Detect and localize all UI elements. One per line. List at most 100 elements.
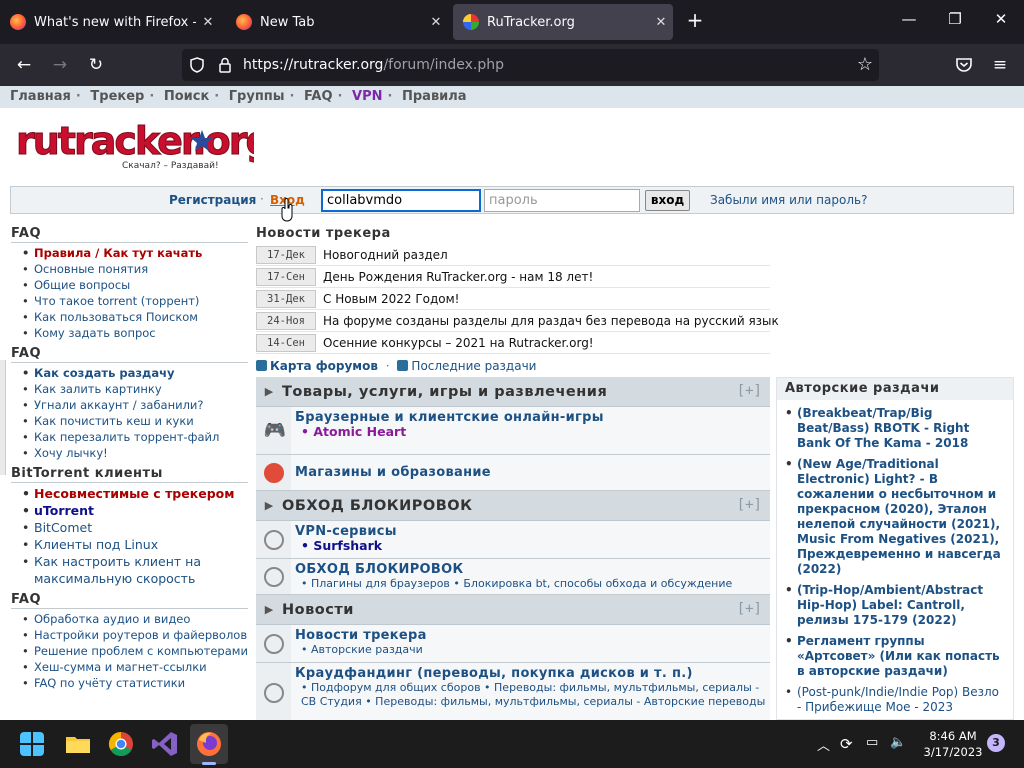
- tab-new-tab[interactable]: New Tab ✕: [226, 4, 448, 40]
- system-clock[interactable]: 8:46 AM 3/17/2023: [918, 728, 988, 760]
- sidebar-link[interactable]: uTorrent: [22, 502, 254, 519]
- forgot-password-link[interactable]: Забыли имя или пароль?: [710, 193, 867, 207]
- chevron-up-icon[interactable]: ︿: [817, 735, 830, 754]
- expand-arrow-icon[interactable]: ▶: [256, 499, 282, 512]
- close-tab-icon[interactable]: ✕: [649, 15, 673, 30]
- reload-icon[interactable]: ↻: [84, 53, 108, 77]
- shield-icon[interactable]: [189, 57, 205, 73]
- minimize-button[interactable]: —: [894, 10, 924, 28]
- sidebar-link[interactable]: Угнали аккаунт / забанили?: [22, 397, 254, 413]
- forward-icon[interactable]: →: [48, 53, 72, 77]
- menu-link-groups[interactable]: Группы: [229, 89, 285, 104]
- author-release-link[interactable]: (Post-punk/Indie/Indie Pop) Везло - Приб…: [785, 685, 1005, 715]
- sidebar-link[interactable]: Общие вопросы: [22, 277, 254, 293]
- forum-link[interactable]: Новости трекера: [295, 628, 766, 643]
- sidebar-link[interactable]: Что такое torrent (торрент): [22, 293, 254, 309]
- sidebar-link[interactable]: Основные понятия: [22, 261, 254, 277]
- forum-map-link[interactable]: Карта форумов: [270, 359, 378, 373]
- forum-link[interactable]: VPN-сервисы: [295, 524, 766, 539]
- sidebar-link[interactable]: BitComet: [22, 519, 254, 536]
- subforum-link[interactable]: • Surfshark: [295, 539, 766, 553]
- sidebar-link[interactable]: Правила / Как тут качать: [22, 245, 254, 261]
- news-link[interactable]: Новогодний раздел: [323, 248, 448, 262]
- login-submit-button[interactable]: вход: [645, 190, 690, 211]
- forum-link[interactable]: ОБХОД БЛОКИРОВОК: [295, 562, 766, 577]
- menu-link-search[interactable]: Поиск: [164, 89, 209, 104]
- category-expand-toggle[interactable]: [+]: [737, 383, 762, 399]
- tab-whats-new[interactable]: What's new with Firefox - More ✕: [0, 4, 220, 40]
- close-tab-icon[interactable]: ✕: [196, 15, 220, 30]
- sidebar-collapse-handle[interactable]: [0, 360, 6, 475]
- username-input[interactable]: [321, 189, 481, 212]
- category-title[interactable]: Товары, услуги, игры и развлечения: [282, 384, 607, 400]
- subforum-link[interactable]: • Atomic Heart: [295, 425, 766, 439]
- sidebar-link[interactable]: Решение проблем с компьютерами: [22, 643, 254, 659]
- expand-arrow-icon[interactable]: ▶: [256, 385, 282, 398]
- maximize-button[interactable]: ❐: [940, 10, 970, 28]
- menu-link-rules[interactable]: Правила: [402, 89, 467, 104]
- close-window-button[interactable]: ✕: [986, 10, 1016, 28]
- news-link[interactable]: С Новым 2022 Годом!: [323, 292, 460, 306]
- category-header[interactable]: ▶ Товары, услуги, игры и развлечения [+]: [256, 377, 770, 407]
- menu-link-faq[interactable]: FAQ: [304, 89, 333, 104]
- sidebar-link[interactable]: Хеш-сумма и магнет-ссылки: [22, 659, 254, 675]
- register-link[interactable]: Регистрация: [169, 193, 256, 207]
- subforum-link[interactable]: • Авторские раздачи: [295, 643, 766, 657]
- sidebar-link[interactable]: Обработка аудио и видео: [22, 611, 254, 627]
- sidebar-link[interactable]: Как залить картинку: [22, 381, 254, 397]
- author-release-link[interactable]: (Breakbeat/Trap/Big Beat/Bass) RBOTK - R…: [785, 406, 1005, 451]
- sidebar-link[interactable]: Как пользоваться Поиском: [22, 309, 254, 325]
- category-expand-toggle[interactable]: [+]: [737, 497, 762, 513]
- author-release-link[interactable]: (New Age/Traditional Electronic) Light? …: [785, 457, 1005, 577]
- firefox-icon[interactable]: [195, 730, 223, 758]
- volume-icon[interactable]: 🔈: [890, 735, 906, 750]
- tab-rutracker[interactable]: RuTracker.org ✕: [453, 4, 673, 40]
- subforum-links[interactable]: • Плагины для браузеров • Блокировка bt,…: [295, 577, 766, 591]
- category-expand-toggle[interactable]: [+]: [737, 601, 762, 617]
- news-link[interactable]: На форуме созданы разделы для раздач без…: [323, 314, 779, 328]
- sidebar-link[interactable]: Хочу лычку!: [22, 445, 254, 461]
- password-input[interactable]: [484, 189, 640, 212]
- pocket-icon[interactable]: [955, 57, 973, 73]
- sidebar-link[interactable]: Как настроить клиент на максимальную ско…: [22, 553, 254, 587]
- sync-icon[interactable]: ⟳: [840, 735, 853, 753]
- close-tab-icon[interactable]: ✕: [424, 15, 448, 30]
- new-tab-button[interactable]: +: [680, 8, 710, 32]
- lock-icon[interactable]: [218, 57, 232, 73]
- sidebar-link[interactable]: Как перезалить торрент-файл: [22, 429, 254, 445]
- sidebar-link[interactable]: Несовместимые с трекером: [22, 485, 254, 502]
- visual-studio-icon[interactable]: [151, 730, 179, 758]
- category-header[interactable]: ▶ ОБХОД БЛОКИРОВОК [+]: [256, 491, 770, 521]
- sidebar-link[interactable]: Настройки роутеров и файерволов: [22, 627, 254, 643]
- latest-releases-link[interactable]: Последние раздачи: [411, 359, 536, 373]
- file-explorer-icon[interactable]: [64, 730, 92, 758]
- menu-link-home[interactable]: Главная: [10, 89, 71, 104]
- network-icon[interactable]: ▭: [866, 735, 878, 750]
- forum-link[interactable]: Браузерные и клиентские онлайн-игры: [295, 410, 766, 425]
- subforum-links[interactable]: • Подфорум для общих сборов • Переводы: …: [295, 681, 766, 709]
- forum-link[interactable]: Магазины и образование: [295, 465, 766, 480]
- bookmark-star-icon[interactable]: ☆: [857, 54, 873, 75]
- site-logo[interactable]: rutracker.org Скачал? – Раздавай!: [14, 118, 255, 174]
- sidebar-link[interactable]: Как создать раздачу: [22, 365, 254, 381]
- windows-start-icon[interactable]: [20, 732, 44, 756]
- back-icon[interactable]: ←: [12, 53, 36, 77]
- menu-link-vpn[interactable]: VPN: [352, 89, 382, 104]
- forum-link[interactable]: Краудфандинг (переводы, покупка дисков и…: [295, 666, 766, 681]
- chrome-icon[interactable]: [107, 730, 135, 758]
- news-link[interactable]: День Рождения RuTracker.org - нам 18 лет…: [323, 270, 593, 284]
- category-title[interactable]: ОБХОД БЛОКИРОВОК: [282, 498, 472, 514]
- news-link[interactable]: Осенние конкурсы – 2021 на Rutracker.org…: [323, 336, 594, 350]
- author-release-link[interactable]: (Trip-Hop/Ambient/Abstract Hip-Hop) Labe…: [785, 583, 1005, 628]
- notification-badge[interactable]: 3: [987, 734, 1005, 752]
- menu-link-tracker[interactable]: Трекер: [90, 89, 144, 104]
- author-release-link[interactable]: Регламент группы «Артсовет» (Или как поп…: [785, 634, 1005, 679]
- sidebar-link[interactable]: Клиенты под Linux: [22, 536, 254, 553]
- url-bar[interactable]: https://rutracker.org/forum/index.php ☆: [182, 49, 879, 81]
- category-header[interactable]: ▶ Новости [+]: [256, 595, 770, 625]
- expand-arrow-icon[interactable]: ▶: [256, 603, 282, 616]
- menu-icon[interactable]: ≡: [988, 53, 1012, 77]
- category-title[interactable]: Новости: [282, 602, 354, 618]
- sidebar-link[interactable]: Как почистить кеш и куки: [22, 413, 254, 429]
- sidebar-link[interactable]: FAQ по учёту статистики: [22, 675, 254, 691]
